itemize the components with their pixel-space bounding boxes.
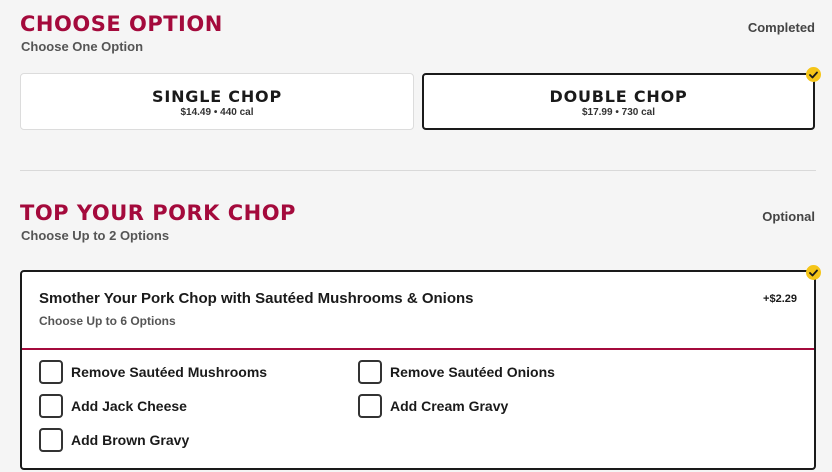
option-calories: 440 cal <box>220 107 254 118</box>
top-pork-chop-title: TOP YOUR PORK CHOP <box>20 201 296 225</box>
modifier-header[interactable]: Smother Your Pork Chop with Sautéed Mush… <box>22 272 814 350</box>
option-single-chop[interactable]: SINGLE CHOP $14.49 • 440 cal <box>20 73 414 130</box>
top-pork-chop-subtitle: Choose Up to 2 Options <box>21 228 170 243</box>
option-calories: 730 cal <box>621 107 656 118</box>
top-pork-chop-status: Optional <box>762 209 815 224</box>
option-price-calories: $14.49 • 440 cal <box>21 107 413 118</box>
choice-remove-sauteed-mushrooms[interactable]: Remove Sautéed Mushrooms <box>39 360 267 384</box>
choose-option-subtitle: Choose One Option <box>21 39 144 54</box>
checkmark-icon <box>806 265 821 280</box>
modifier-subtitle: Choose Up to 6 Options <box>39 314 176 328</box>
checkmark-icon <box>806 67 821 82</box>
option-separator: • <box>615 107 619 118</box>
modifier-card: Smother Your Pork Chop with Sautéed Mush… <box>20 270 816 470</box>
choice-label: Add Cream Gravy <box>390 398 509 414</box>
checkbox[interactable] <box>39 428 63 452</box>
option-separator: • <box>213 107 218 118</box>
modifier-title: Smother Your Pork Chop with Sautéed Mush… <box>39 290 474 307</box>
choice-label: Remove Sautéed Mushrooms <box>71 364 268 380</box>
checkbox[interactable] <box>39 360 63 384</box>
checkbox[interactable] <box>358 394 382 418</box>
option-name: SINGLE CHOP <box>152 87 282 106</box>
choice-add-brown-gravy[interactable]: Add Brown Gravy <box>39 428 189 452</box>
choice-label: Add Brown Gravy <box>71 432 190 448</box>
option-price-calories: $17.99 • 730 cal <box>424 107 813 118</box>
choice-add-jack-cheese[interactable]: Add Jack Cheese <box>39 394 187 418</box>
modifier-price: +$2.29 <box>763 293 797 305</box>
choice-label: Add Jack Cheese <box>71 398 187 414</box>
option-price: $14.49 <box>180 107 212 118</box>
option-name: DOUBLE CHOP <box>549 87 688 106</box>
choose-option-status: Completed <box>747 20 815 35</box>
choice-label: Remove Sautéed Onions <box>390 364 555 380</box>
choice-add-cream-gravy[interactable]: Add Cream Gravy <box>358 394 508 418</box>
option-double-chop[interactable]: DOUBLE CHOP $17.99 • 730 cal <box>422 73 815 130</box>
choice-remove-sauteed-onions[interactable]: Remove Sautéed Onions <box>358 360 555 384</box>
section-divider <box>20 170 816 171</box>
option-price: $17.99 <box>581 107 613 118</box>
checkbox[interactable] <box>39 394 63 418</box>
checkbox[interactable] <box>358 360 382 384</box>
choose-option-title: CHOOSE OPTION <box>20 12 223 36</box>
